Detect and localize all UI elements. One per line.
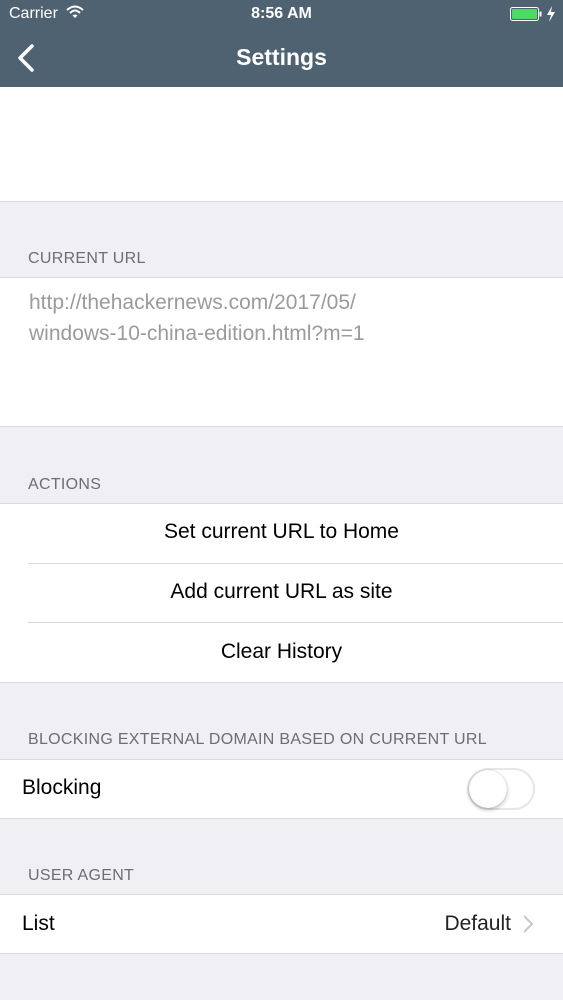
toggle-knob [469, 770, 507, 808]
blocking-header: BLOCKING EXTERNAL DOMAIN BASED ON CURREN… [28, 731, 487, 748]
blocking-label: Blocking [22, 776, 102, 799]
current-url-text[interactable]: http://thehackernews.com/2017/05/ window… [29, 287, 529, 349]
current-url-line-2: windows-10-china-edition.html?m=1 [29, 322, 365, 345]
divider [0, 426, 563, 427]
user-agent-header: USER AGENT [28, 867, 135, 884]
top-bar: Carrier 8:56 AM Settings [0, 0, 563, 87]
navigation-bar: Settings [0, 30, 563, 87]
battery-icon [510, 7, 542, 21]
divider [0, 818, 563, 819]
divider [0, 953, 563, 954]
status-bar: Carrier 8:56 AM [0, 0, 563, 30]
add-site-button[interactable]: Add current URL as site [0, 580, 563, 604]
user-agent-label: List [22, 912, 55, 935]
divider [0, 682, 563, 683]
charging-bolt-icon [547, 6, 555, 22]
current-url-line-1: http://thehackernews.com/2017/05/ [29, 291, 356, 314]
scrolled-text-cell[interactable] [0, 87, 563, 201]
user-agent-value: Default [444, 912, 511, 935]
page-title: Settings [236, 44, 327, 70]
clear-history-button[interactable]: Clear History [0, 640, 563, 664]
chevron-right-icon [523, 915, 534, 933]
current-url-header: CURRENT URL [28, 250, 146, 267]
blocking-toggle[interactable] [467, 768, 535, 810]
set-home-button[interactable]: Set current URL to Home [0, 520, 563, 544]
divider [28, 622, 563, 623]
status-time: 8:56 AM [251, 5, 312, 22]
divider [0, 201, 563, 202]
actions-header: ACTIONS [28, 476, 102, 493]
divider [28, 563, 563, 564]
